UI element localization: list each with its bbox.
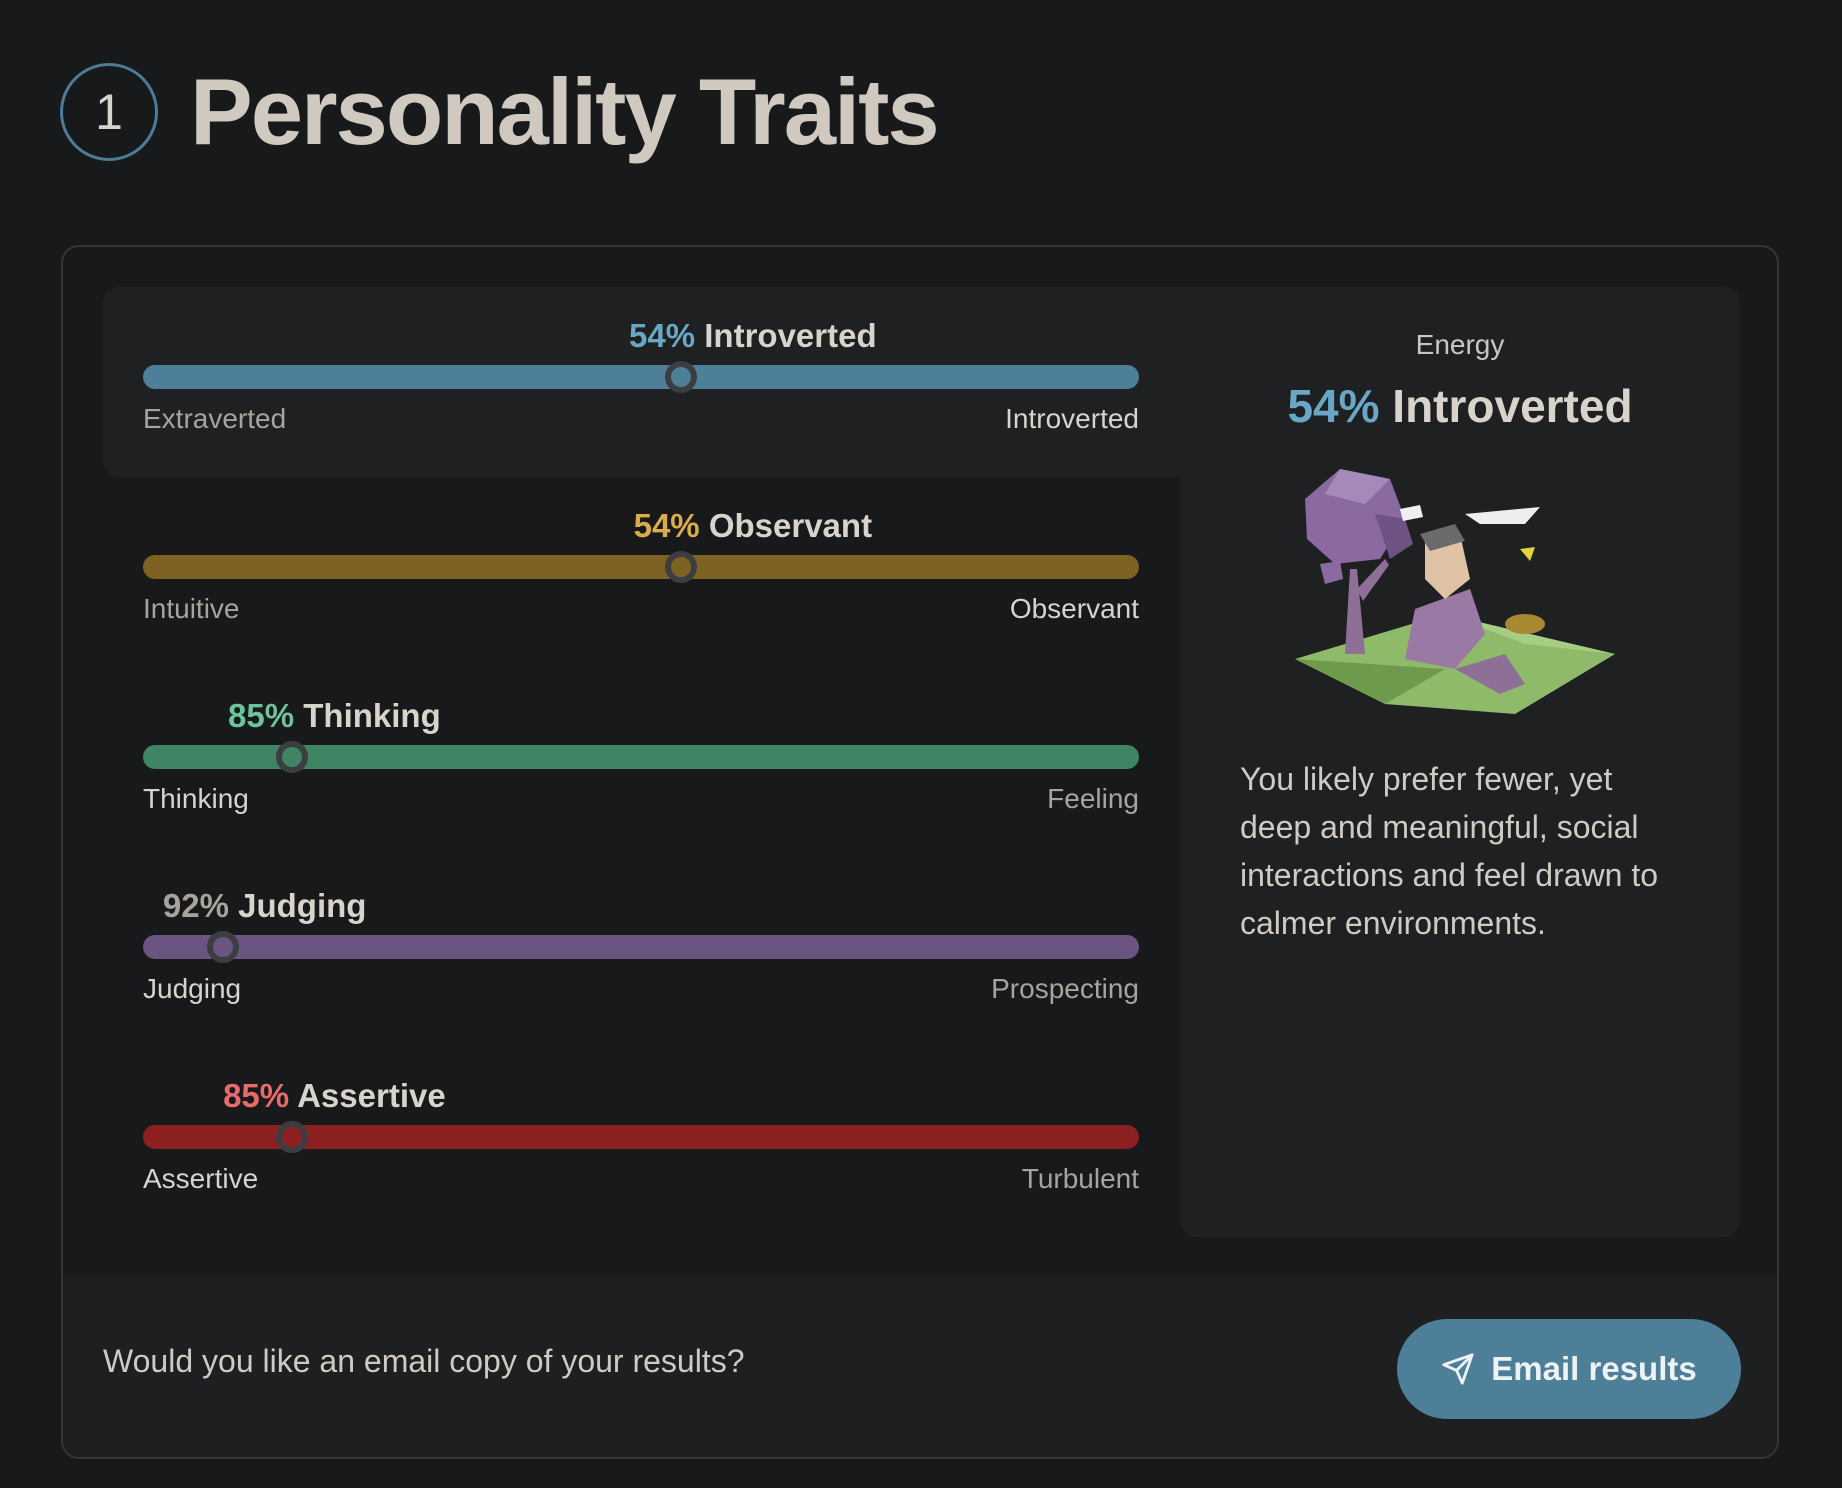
trait-row[interactable]: 54% Introverted Extraverted Introverted bbox=[143, 317, 1139, 447]
step-number-badge: 1 bbox=[60, 63, 158, 161]
trait-detail-panel: Energy 54% Introverted You likely prefer… bbox=[1180, 287, 1740, 1237]
trait-name: Thinking bbox=[303, 697, 441, 734]
trait-name: Introverted bbox=[704, 317, 877, 354]
trait-percent: 54% bbox=[633, 507, 700, 544]
trait-title: 85% Thinking bbox=[228, 697, 441, 735]
page-title: Personality Traits bbox=[190, 59, 940, 164]
trait-title: 54% Observant bbox=[634, 507, 872, 545]
trait-right-label: Introverted bbox=[1005, 403, 1139, 434]
trait-slider-knob bbox=[664, 361, 697, 393]
trait-right-label: Feeling bbox=[1047, 783, 1139, 814]
trait-percent: 85% bbox=[223, 1077, 290, 1114]
trait-bar bbox=[143, 555, 1139, 579]
trait-bar bbox=[143, 365, 1139, 389]
trait-right-label: Turbulent bbox=[1021, 1163, 1139, 1194]
trait-left-label: Thinking bbox=[143, 783, 249, 814]
trait-title: 54% Introverted bbox=[629, 317, 877, 355]
trait-row[interactable]: 92% Judging Judging Prospecting bbox=[143, 887, 1139, 1017]
introvert-illustration bbox=[1295, 469, 1615, 714]
trait-percent: 54% bbox=[629, 317, 696, 354]
trait-percent: 85% bbox=[228, 697, 295, 734]
trait-name: Judging bbox=[238, 887, 367, 924]
trait-slider-knob bbox=[276, 741, 309, 773]
trait-slider-knob bbox=[276, 1121, 309, 1153]
trait-right-label: Prospecting bbox=[991, 973, 1139, 1004]
results-card: 54% Introverted Extraverted Introverted 54%… bbox=[61, 245, 1779, 1459]
trait-row[interactable]: 85% Thinking Thinking Feeling bbox=[143, 697, 1139, 827]
trait-title: 85% Assertive bbox=[223, 1077, 446, 1115]
trait-category-label: Energy bbox=[1415, 329, 1505, 360]
trait-title: 92% Judging bbox=[163, 887, 367, 925]
trait-row[interactable]: 54% Observant Intuitive Observant bbox=[143, 507, 1139, 637]
trait-slider-knob bbox=[206, 931, 239, 963]
trait-left-label: Intuitive bbox=[143, 593, 240, 624]
paper-plane-icon bbox=[1442, 1353, 1474, 1385]
email-results-label: Email results bbox=[1491, 1350, 1697, 1387]
trait-left-label: Extraverted bbox=[143, 403, 287, 434]
email-prompt: Would you like an email copy of your res… bbox=[103, 1343, 745, 1379]
trait-row[interactable]: 85% Assertive Assertive Turbulent bbox=[143, 1077, 1139, 1207]
trait-bar bbox=[143, 935, 1139, 959]
trait-slider-knob bbox=[664, 551, 697, 583]
trait-left-label: Judging bbox=[143, 973, 242, 1004]
section-header: 1 Personality Traits bbox=[60, 59, 940, 164]
trait-name: Observant bbox=[708, 507, 873, 544]
trait-name: Assertive bbox=[297, 1077, 446, 1114]
email-results-button[interactable]: Email results bbox=[1397, 1319, 1741, 1419]
trait-left-label: Assertive bbox=[143, 1163, 259, 1194]
email-footer: Would you like an email copy of your res… bbox=[63, 1277, 1777, 1457]
trait-detail-heading: 54% Introverted bbox=[1180, 379, 1740, 433]
trait-percent: 92% bbox=[162, 887, 229, 924]
trait-detail-percent: 54% bbox=[1287, 380, 1380, 432]
trait-detail-name: Introverted bbox=[1392, 380, 1633, 432]
trait-description: You likely prefer fewer, yet deep and me… bbox=[1240, 761, 1659, 941]
trait-right-label: Observant bbox=[1009, 593, 1139, 624]
